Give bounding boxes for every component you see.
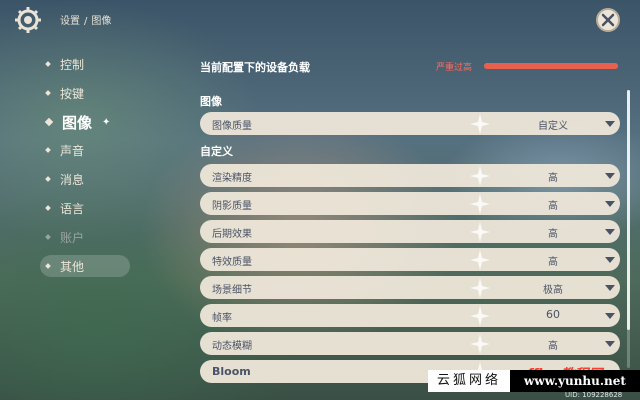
sidebar-item-label: 账户 xyxy=(60,230,85,245)
sidebar-item-label: 语言 xyxy=(60,201,85,216)
sidebar-item-keybinds[interactable]: 按键 xyxy=(40,82,170,104)
section-title-custom: 自定义 xyxy=(200,145,233,158)
motion-blur-dropdown[interactable]: 动态模糊 高 xyxy=(200,332,620,355)
setting-value: 高 xyxy=(548,257,558,268)
device-load-bar xyxy=(484,63,618,69)
diamond-bullet-icon xyxy=(45,234,51,240)
scrollbar-thumb[interactable] xyxy=(627,90,630,330)
sidebar-item-label: 图像 xyxy=(62,113,93,132)
setting-label: 阴影质量 xyxy=(212,201,252,212)
breadcrumb-current: 图像 xyxy=(91,16,112,27)
sidebar-item-other[interactable]: 其他 xyxy=(40,255,130,277)
diamond-bullet-icon xyxy=(45,205,51,211)
sparkle-decoration-icon xyxy=(470,278,490,298)
setting-value: 自定义 xyxy=(538,121,568,132)
post-processing-dropdown[interactable]: 后期效果 高 xyxy=(200,220,620,243)
sidebar-item-account[interactable]: 账户 xyxy=(40,226,170,248)
sidebar-item-language[interactable]: 语言 xyxy=(40,197,170,219)
setting-label: Bloom xyxy=(212,365,251,378)
setting-label: 动态模糊 xyxy=(212,341,252,352)
close-icon xyxy=(601,13,615,27)
setting-label: 后期效果 xyxy=(212,229,252,240)
scene-detail-dropdown[interactable]: 场景细节 极高 xyxy=(200,276,620,299)
uid-label: UID: 109228628 xyxy=(565,391,623,399)
chevron-down-icon xyxy=(605,285,615,291)
breadcrumb-root[interactable]: 设置 xyxy=(60,16,80,27)
chevron-down-icon xyxy=(605,341,615,347)
sparkle-decoration-icon xyxy=(470,194,490,214)
watermark-url: www.yunhu.net xyxy=(510,370,640,392)
setting-label: 特效质量 xyxy=(212,257,252,268)
device-load-label: 当前配置下的设备负载 xyxy=(200,61,310,74)
gear-icon xyxy=(15,7,41,33)
effects-quality-dropdown[interactable]: 特效质量 高 xyxy=(200,248,620,271)
graphics-quality-dropdown[interactable]: 图像质量 自定义 xyxy=(200,112,620,135)
device-load-level: 严重过高 xyxy=(436,63,473,73)
sidebar-item-label: 其他 xyxy=(60,259,85,274)
diamond-bullet-icon xyxy=(45,176,51,182)
sparkle-decoration-icon xyxy=(470,306,490,326)
sparkle-decoration-icon xyxy=(470,222,490,242)
diamond-bullet-icon xyxy=(45,61,51,67)
setting-label: 图像质量 xyxy=(212,121,252,132)
sidebar-item-controls[interactable]: 控制 xyxy=(40,53,170,75)
sidebar-item-label: 消息 xyxy=(60,172,85,187)
shadow-quality-dropdown[interactable]: 阴影质量 高 xyxy=(200,192,620,215)
sparkle-decoration-icon xyxy=(470,114,490,134)
render-resolution-dropdown[interactable]: 渲染精度 高 xyxy=(200,164,620,187)
setting-value: 高 xyxy=(548,201,558,212)
close-button[interactable] xyxy=(596,8,620,32)
diamond-bullet-icon xyxy=(45,147,51,153)
setting-label: 帧率 xyxy=(212,313,232,324)
setting-value: 高 xyxy=(548,229,558,240)
diamond-bullet-icon xyxy=(44,117,54,127)
sidebar-item-messages[interactable]: 消息 xyxy=(40,168,170,190)
chevron-down-icon xyxy=(605,121,615,127)
sidebar-item-audio[interactable]: 声音 xyxy=(40,139,170,161)
setting-label: 渲染精度 xyxy=(212,173,252,184)
sparkle-decoration-icon xyxy=(470,250,490,270)
setting-label: 场景细节 xyxy=(212,285,252,296)
setting-value: 高 xyxy=(548,173,558,184)
watermark-banner: 云狐网络 www.yunhu.net xyxy=(428,370,640,392)
diamond-bullet-icon xyxy=(45,90,51,96)
breadcrumb: 设置 / 图像 xyxy=(60,12,111,27)
diamond-bullet-icon xyxy=(45,263,51,269)
sparkle-decoration-icon xyxy=(470,334,490,354)
sidebar-item-graphics[interactable]: 图像 ✦ xyxy=(40,111,170,133)
sparkle-icon: ✦ xyxy=(102,116,111,128)
sidebar-item-label: 按键 xyxy=(60,86,85,101)
setting-value: 60 xyxy=(546,308,560,321)
watermark-site-name: 云狐网络 xyxy=(428,370,510,392)
chevron-down-icon xyxy=(605,313,615,319)
chevron-down-icon xyxy=(605,257,615,263)
top-bar: 设置 / 图像 xyxy=(0,0,640,38)
sparkle-decoration-icon xyxy=(470,166,490,186)
scrollbar[interactable] xyxy=(627,90,630,368)
sidebar-item-label: 控制 xyxy=(60,57,85,72)
setting-value: 极高 xyxy=(543,285,563,296)
breadcrumb-separator: / xyxy=(84,16,88,27)
settings-screen: 设置 / 图像 控制 按键 图像 ✦ 声音 消息 语言 账户 其他 当前配置下的… xyxy=(0,0,640,400)
frame-rate-dropdown[interactable]: 帧率 60 xyxy=(200,304,620,327)
chevron-down-icon xyxy=(605,173,615,179)
section-title-image: 图像 xyxy=(200,95,222,108)
setting-value: 高 xyxy=(548,341,558,352)
sidebar-item-label: 声音 xyxy=(60,143,85,158)
device-load-bar-fill xyxy=(484,63,618,69)
chevron-down-icon xyxy=(605,229,615,235)
chevron-down-icon xyxy=(605,201,615,207)
